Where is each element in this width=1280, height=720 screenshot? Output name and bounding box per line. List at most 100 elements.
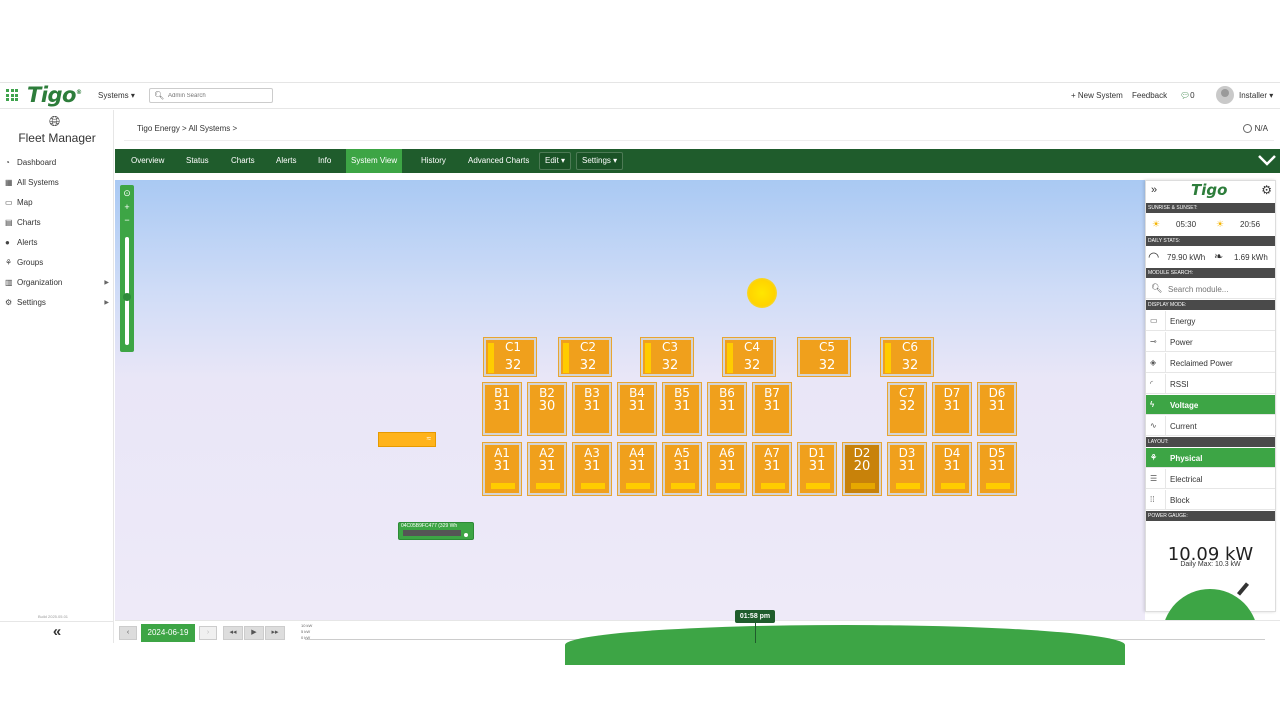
panel-a3[interactable]: A3 31 <box>573 443 611 495</box>
sidebar-item-alerts[interactable]: ● Alerts <box>5 236 113 248</box>
panel-b6[interactable]: B6 31 <box>708 383 746 435</box>
zoom-in-icon[interactable]: + <box>120 202 134 212</box>
module-search[interactable]: 🔍︎ <box>1146 279 1275 299</box>
gateway-label: 04C05B9FC477 (329 Wh <box>401 523 458 529</box>
prev-day-button[interactable]: ‹ <box>119 626 137 640</box>
reset-zoom-icon[interactable]: ⊙ <box>120 188 134 198</box>
chevron-down-icon[interactable] <box>1258 153 1276 167</box>
sidebar-item-groups[interactable]: ⚘ Groups <box>5 256 113 268</box>
feedback-link[interactable]: Feedback <box>1132 91 1167 100</box>
panel-a6[interactable]: A6 31 <box>708 443 746 495</box>
display-mode-voltage[interactable]: ϟ Voltage <box>1146 395 1275 415</box>
panel-c6[interactable]: C6 32 <box>881 338 933 376</box>
panel-d6[interactable]: D6 31 <box>978 383 1016 435</box>
panel-a4[interactable]: A4 31 <box>618 443 656 495</box>
tab-advanced-charts[interactable]: Advanced Charts <box>463 149 534 173</box>
date-picker[interactable]: 2024-06-19 <box>141 624 195 642</box>
panel-d5[interactable]: D5 31 <box>978 443 1016 495</box>
panel-b1[interactable]: B1 31 <box>483 383 521 435</box>
rewind-icon[interactable]: ◂◂ <box>223 626 243 640</box>
new-system-link[interactable]: + New System <box>1071 91 1123 100</box>
panel-b5[interactable]: B5 31 <box>663 383 701 435</box>
breadcrumb-path[interactable]: Tigo Energy > All Systems > <box>137 124 237 133</box>
power-production-curve[interactable] <box>565 625 1125 665</box>
tab-system-view[interactable]: System View <box>346 149 403 173</box>
display-mode-reclaimed[interactable]: ◈ Reclaimed Power <box>1146 353 1275 373</box>
app-frame: Tigo® Systems ▾ 🔍︎ + New System Feedback… <box>0 82 1280 665</box>
panel-c7[interactable]: C7 32 <box>888 383 926 435</box>
inverter-icon: ≈ <box>426 434 431 443</box>
messages-icon[interactable]: 💬︎0 <box>1180 91 1195 100</box>
display-mode-current[interactable]: ∿ Current <box>1146 416 1275 436</box>
gear-icon[interactable]: ⚙ <box>1261 183 1272 197</box>
avatar[interactable] <box>1216 86 1234 104</box>
panel-c3[interactable]: C3 32 <box>641 338 693 376</box>
panel-d3[interactable]: D3 31 <box>888 443 926 495</box>
systems-dropdown[interactable]: Systems ▾ <box>98 91 135 100</box>
display-mode-energy[interactable]: ▭ Energy <box>1146 311 1275 331</box>
tab-overview[interactable]: Overview <box>126 149 169 173</box>
zoom-slider[interactable] <box>125 237 129 345</box>
admin-search-input[interactable] <box>168 90 268 101</box>
inverter[interactable]: ≈ <box>378 432 436 447</box>
reclaimed-icon: ◈ <box>1150 358 1157 367</box>
display-mode-power[interactable]: ⊸ Power <box>1146 332 1275 352</box>
tab-settings[interactable]: Settings ▾ <box>576 152 624 170</box>
tab-charts[interactable]: Charts <box>226 149 260 173</box>
panel-c1[interactable]: C1 32 <box>484 338 536 376</box>
panel-a5[interactable]: A5 31 <box>663 443 701 495</box>
expand-panel-icon[interactable]: » <box>1151 184 1157 196</box>
panel-c2[interactable]: C2 32 <box>559 338 611 376</box>
panel-a2[interactable]: A2 31 <box>528 443 566 495</box>
tab-bar: Overview Status Charts Alerts Info Syste… <box>115 149 1280 173</box>
tab-history[interactable]: History <box>416 149 451 173</box>
play-icon[interactable]: ▶ <box>244 626 264 640</box>
panel-d7[interactable]: D7 31 <box>933 383 971 435</box>
admin-search[interactable]: 🔍︎ <box>149 88 273 103</box>
panel-d4[interactable]: D4 31 <box>933 443 971 495</box>
gear-icon: ⚙ <box>5 297 13 307</box>
sidebar-item-dashboard[interactable]: ◔ Dashboard <box>5 156 113 168</box>
tab-edit[interactable]: Edit ▾ <box>539 152 572 170</box>
panel-d1[interactable]: D1 31 <box>798 443 836 495</box>
panel-b2[interactable]: B2 30 <box>528 383 566 435</box>
panel-b4[interactable]: B4 31 <box>618 383 656 435</box>
sidebar-item-organization[interactable]: ▥ Organization ▶ <box>5 276 113 288</box>
sidebar-item-all-systems[interactable]: ▦ All Systems <box>5 176 113 188</box>
layout-electrical[interactable]: ☰ Electrical <box>1146 469 1275 489</box>
panel-b3[interactable]: B3 31 <box>573 383 611 435</box>
tab-status[interactable]: Status <box>181 149 214 173</box>
sidebar-item-charts[interactable]: ▤ Charts <box>5 216 113 228</box>
panel-a1[interactable]: A1 31 <box>483 443 521 495</box>
module-search-input[interactable] <box>1168 282 1272 296</box>
time-marker[interactable] <box>755 623 756 643</box>
sidebar-item-settings[interactable]: ⚙ Settings ▶ <box>5 296 113 308</box>
tigo-logo[interactable]: Tigo® <box>27 83 82 107</box>
tab-info[interactable]: Info <box>313 149 336 173</box>
user-menu[interactable]: Installer ▾ <box>1239 91 1273 100</box>
display-mode-rssi[interactable]: ◜ RSSI <box>1146 374 1275 394</box>
module-search-header: MODULE SEARCH: <box>1146 268 1275 278</box>
panel-d2[interactable]: D2 20 <box>843 443 881 495</box>
system-view-canvas[interactable]: ⊙ + − C1 32 C2 32 C3 32 C4 32 C5 32 C6 32 B1 31… <box>115 180 1145 620</box>
plug-icon: ⊸ <box>1150 337 1157 346</box>
panel-b7[interactable]: B7 31 <box>753 383 791 435</box>
collapse-sidebar-icon[interactable]: « <box>0 621 114 643</box>
sidebar-item-map[interactable]: ▭ Map <box>5 196 113 208</box>
right-panel: » Tigo ⚙ SUNRISE & SUNSET: ☀ 05:30 ☀ 20:… <box>1145 180 1276 637</box>
fast-forward-icon[interactable]: ▸▸ <box>265 626 285 640</box>
zoom-slider-handle[interactable] <box>123 293 131 301</box>
layout-block[interactable]: ⁞⁞ Block <box>1146 490 1275 510</box>
zoom-control[interactable]: ⊙ + − <box>120 185 134 352</box>
zoom-out-icon[interactable]: − <box>120 215 134 225</box>
panel-c5[interactable]: C5 32 <box>798 338 850 376</box>
next-day-button[interactable]: › <box>199 626 217 640</box>
panel-a7[interactable]: A7 31 <box>753 443 791 495</box>
gateway-device[interactable]: 04C05B9FC477 (329 Wh <box>398 522 474 540</box>
tab-alerts[interactable]: Alerts <box>271 149 301 173</box>
apps-grid-icon[interactable] <box>6 89 18 101</box>
time-badge[interactable]: 01:58 pm <box>735 610 775 623</box>
layout-physical[interactable]: ⚘ Physical <box>1146 448 1275 468</box>
panel-c4[interactable]: C4 32 <box>723 338 775 376</box>
physical-layout-icon: ⚘ <box>1150 453 1158 462</box>
